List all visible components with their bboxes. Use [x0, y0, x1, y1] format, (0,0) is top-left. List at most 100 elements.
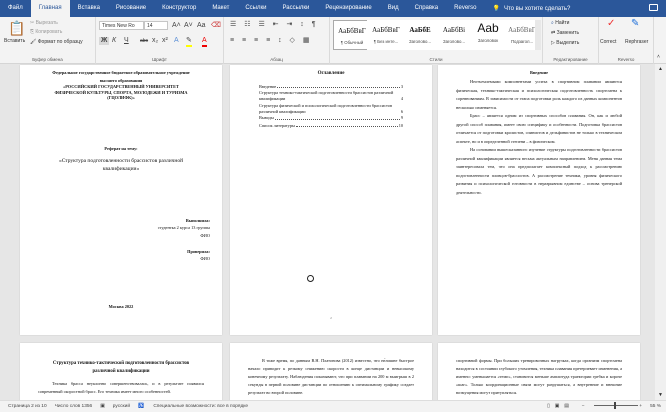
rephraser-button[interactable]: Rephraser [625, 39, 648, 45]
tab-layout[interactable]: Макет [204, 0, 237, 17]
status-bar: Страница 2 из 10 Число слов 1356 ▣ русск… [0, 400, 666, 412]
paste-button[interactable]: Вставить [4, 38, 25, 44]
tab-design[interactable]: Конструктор [154, 0, 204, 17]
clear-format-icon[interactable]: ⌫ [211, 22, 221, 30]
ribbon: 📋 Вставить ✂ Вырезать ⎘ Копировать 🖌 Фор… [0, 17, 666, 64]
org-text-2: высшего образования [99, 78, 143, 84]
clipboard-group: 📋 Вставить ✂ Вырезать ⎘ Копировать 🖌 Фор… [0, 17, 96, 64]
toc-entry[interactable]: Структура технико-тактической подготовле… [230, 90, 432, 101]
page-count[interactable]: Страница 2 из 10 [8, 404, 47, 409]
editing-label: Редактирование [553, 57, 588, 62]
zoom-slider[interactable]: − + [582, 402, 642, 410]
language[interactable]: русский [113, 404, 130, 409]
accessibility-status[interactable]: ♿ Специальные возможности: все в порядке [138, 404, 248, 409]
font-color-icon[interactable]: A [202, 37, 207, 47]
toc-entry[interactable]: Выводы 9 [230, 114, 432, 121]
toc-entry[interactable]: Структура физической и психологической п… [230, 103, 432, 114]
toc-title: Оглавление [317, 71, 345, 76]
find-label: Найти [555, 20, 570, 26]
scroll-up-icon[interactable]: ▲ [658, 66, 663, 72]
styles-label: Стили [429, 57, 443, 62]
italic-button[interactable]: К [112, 37, 116, 45]
section-paragraph: Техника брасса неуклонно совершенствовал… [38, 381, 204, 394]
font-name-select[interactable]: Times New Ro [99, 21, 144, 30]
accessibility-text: Специальные возможности: все в порядке [153, 404, 249, 409]
text-effects-icon[interactable]: A [174, 37, 179, 45]
tab-help[interactable]: Справка [407, 0, 447, 17]
style-sample: АаБбВі [442, 26, 466, 34]
font-size-select[interactable]: 14 [144, 21, 168, 30]
tab-reverso[interactable]: Reverso [446, 0, 484, 17]
university-name: «РОССИЙСКИЙ ГОСУДАРСТВЕННЫЙ УНИВЕРСИТЕТ … [54, 84, 188, 101]
font-group: Times New Ro 14 A˄ A˅ Aa ⌫ Ж К Ч abc x₂ … [96, 17, 224, 64]
tell-me-box[interactable]: 💡 Что вы хотите сделать? [492, 5, 571, 13]
select-button[interactable]: ▷ Выделить [551, 40, 579, 46]
toc-page: 4 [400, 95, 403, 101]
highlight-icon[interactable]: ✎ [186, 37, 192, 47]
paragraph-group: ☰ ☷ ☰ ⇤ ⇥ ↕ ¶ ≡ ≡ ≡ ≡ ↕ ◇ ▦ Абзац [224, 17, 330, 64]
style-name: ¶ Без инте... [373, 39, 399, 44]
zoom-level[interactable]: 55 % [650, 404, 661, 409]
tab-file[interactable]: Файл [0, 0, 31, 17]
style-sample: Aab [477, 21, 499, 35]
style-title[interactable]: Aab Заголовок [469, 20, 507, 50]
copy-label: Копировать [35, 29, 63, 35]
view-buttons[interactable]: ▯▣▤ [547, 404, 574, 409]
toc-entry[interactable]: Список литературы 10 [230, 122, 432, 129]
align-icons[interactable]: ≡ ≡ ≡ ≡ ↕ ◇ ▦ [230, 37, 313, 45]
style-heading2[interactable]: АаБбВі Заголово... [435, 20, 473, 50]
replace-label: Заменить [556, 30, 580, 36]
proofing-icon[interactable]: ▣ [100, 404, 105, 409]
subscript-icon[interactable]: x₂ [152, 37, 158, 45]
word-count[interactable]: Число слов 1356 [55, 404, 93, 409]
find-button[interactable]: ⌕ Найти [551, 20, 569, 26]
reverso-label: Reverso [617, 57, 635, 62]
done-label: Выполнила: [185, 218, 210, 224]
style-heading1[interactable]: АаБбЕ Заголово... [401, 20, 439, 50]
styles-scroll[interactable] [535, 20, 541, 50]
correct-button[interactable]: Correct [600, 39, 616, 45]
style-name: Заголово... [409, 39, 431, 44]
copy-button[interactable]: ⎘ Копировать [30, 29, 62, 35]
lightbulb-icon: 💡 [492, 6, 500, 12]
tab-draw[interactable]: Рисование [108, 0, 154, 17]
tab-home[interactable]: Главная [30, 0, 70, 17]
page-4: Структура технико-тактической подготовле… [20, 343, 222, 400]
city-year: Москва 2022 [108, 304, 134, 309]
toc-entry-text: Список литературы [259, 122, 295, 128]
grow-font-icon[interactable]: A˄ [172, 22, 181, 30]
section-title: Структура технико-тактической подготовле… [52, 361, 190, 374]
tab-insert[interactable]: Вставка [70, 0, 108, 17]
strikethrough-icon[interactable]: abc [140, 37, 148, 45]
page-toc: Оглавление Введение 3 Структура технико-т… [230, 65, 432, 335]
page-intro: Введение Неотъемлемыми компонентами успе… [438, 65, 640, 335]
student-text: студентка 2 курса 13 группы [157, 225, 210, 231]
comments-icon[interactable] [649, 4, 658, 11]
toc-entry-text: Выводы [259, 115, 274, 121]
student-fio: ФИО [200, 232, 210, 238]
vertical-scrollbar[interactable]: ▲ ▼ [655, 64, 666, 400]
tab-view[interactable]: Вид [380, 0, 407, 17]
scroll-down-icon[interactable]: ▼ [658, 392, 663, 398]
shrink-font-icon[interactable]: A˅ [184, 22, 193, 30]
mouse-cursor-icon [307, 275, 314, 282]
toc-entry[interactable]: Введение 3 [230, 83, 432, 90]
style-sample: АаБбВвГ [372, 26, 400, 34]
collapse-ribbon-icon[interactable]: ˄ [657, 54, 660, 60]
list-icons[interactable]: ☰ ☷ ☰ ⇤ ⇥ ↕ ¶ [230, 21, 319, 29]
tab-review[interactable]: Рецензирование [317, 0, 379, 17]
cut-label: Вырезать [35, 20, 58, 26]
tab-mailings[interactable]: Рассылки [274, 0, 317, 17]
replace-button[interactable]: ⇄ Заменить [551, 30, 579, 36]
cut-button[interactable]: ✂ Вырезать [30, 20, 58, 26]
superscript-icon[interactable]: x² [162, 37, 168, 45]
styles-group: АаБбВвГ ¶ Обычный АаБбВвГ ¶ Без инте... Аа… [330, 17, 543, 64]
format-painter-button[interactable]: 🖌 Формат по образцу [30, 39, 83, 45]
style-normal[interactable]: АаБбВвГ ¶ Обычный [333, 20, 371, 50]
underline-button[interactable]: Ч [124, 37, 129, 45]
change-case-icon[interactable]: Aa [197, 22, 206, 30]
bold-button[interactable]: Ж [99, 37, 110, 45]
style-no-spacing[interactable]: АаБбВвГ ¶ Без инте... [367, 20, 405, 50]
tab-references[interactable]: Ссылки [237, 0, 274, 17]
toc-page: 9 [400, 115, 403, 121]
